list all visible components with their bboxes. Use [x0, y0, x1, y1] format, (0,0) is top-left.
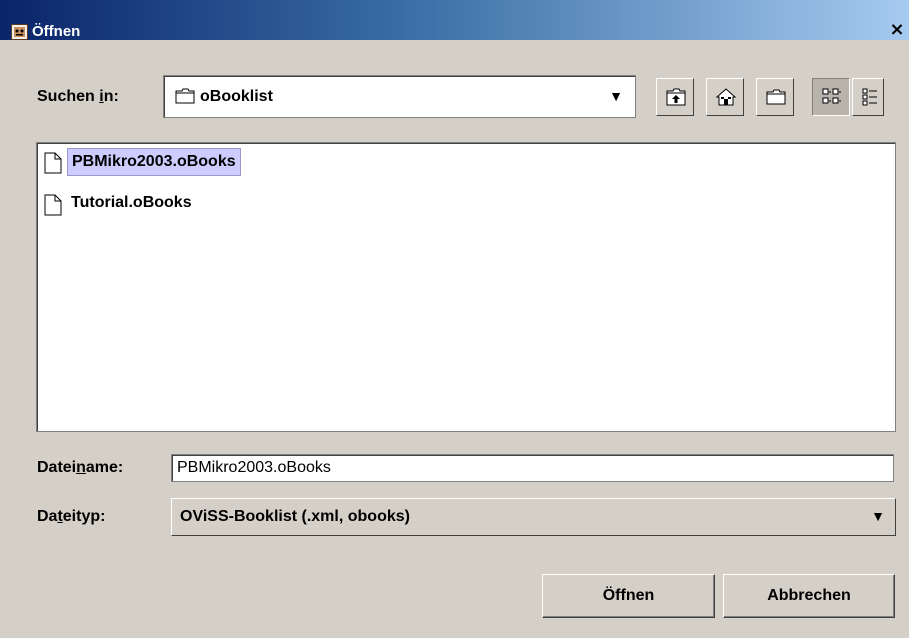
- look-in-label: Suchen in:: [37, 88, 119, 106]
- filetype-dropdown[interactable]: OViSS-Booklist (.xml, obooks) ▼: [171, 498, 896, 536]
- file-list[interactable]: PBMikro2003.oBooks Tutorial.oBooks: [36, 142, 896, 432]
- close-button[interactable]: ×: [887, 21, 907, 40]
- filetype-label-suffix: eityp:: [62, 508, 106, 525]
- chevron-down-icon[interactable]: ▼: [609, 88, 623, 104]
- filename-mnemonic: n: [76, 459, 86, 476]
- folder-icon: [175, 88, 195, 109]
- file-icon: [44, 194, 62, 221]
- open-file-dialog: Öffnen × Suchen in: oBooklist ▼ PBMikro2…: [0, 0, 909, 638]
- java-app-icon: [11, 24, 28, 40]
- details-view-button[interactable]: [852, 78, 884, 116]
- look-in-label-suffix: n:: [103, 88, 119, 105]
- filename-label-prefix: Datei: [37, 459, 77, 476]
- filetype-label: Dateityp:: [37, 508, 105, 526]
- filetype-label-prefix: Da: [37, 508, 58, 525]
- filename-field[interactable]: [171, 454, 894, 482]
- filename-label: Dateiname:: [37, 459, 123, 477]
- filename-label-suffix: ame:: [85, 459, 124, 476]
- title-bar[interactable]: Öffnen ×: [0, 0, 909, 40]
- look-in-value: oBooklist: [200, 88, 273, 105]
- home-button[interactable]: [706, 78, 744, 116]
- file-name: PBMikro2003.oBooks: [67, 148, 241, 176]
- open-button[interactable]: Öffnen: [542, 574, 715, 618]
- chevron-down-icon[interactable]: ▼: [871, 508, 885, 524]
- look-in-label-prefix: Suchen: [37, 88, 100, 105]
- file-name: Tutorial.oBooks: [71, 194, 192, 211]
- list-view-button[interactable]: [812, 78, 850, 116]
- cancel-button[interactable]: Abbrechen: [723, 574, 895, 618]
- new-folder-button[interactable]: [756, 78, 794, 116]
- look-in-dropdown[interactable]: oBooklist ▼: [163, 75, 636, 118]
- filetype-value: OViSS-Booklist (.xml, obooks): [180, 508, 410, 525]
- dialog-title: Öffnen: [32, 23, 81, 40]
- up-one-level-button[interactable]: [656, 78, 694, 116]
- file-icon: [44, 152, 62, 179]
